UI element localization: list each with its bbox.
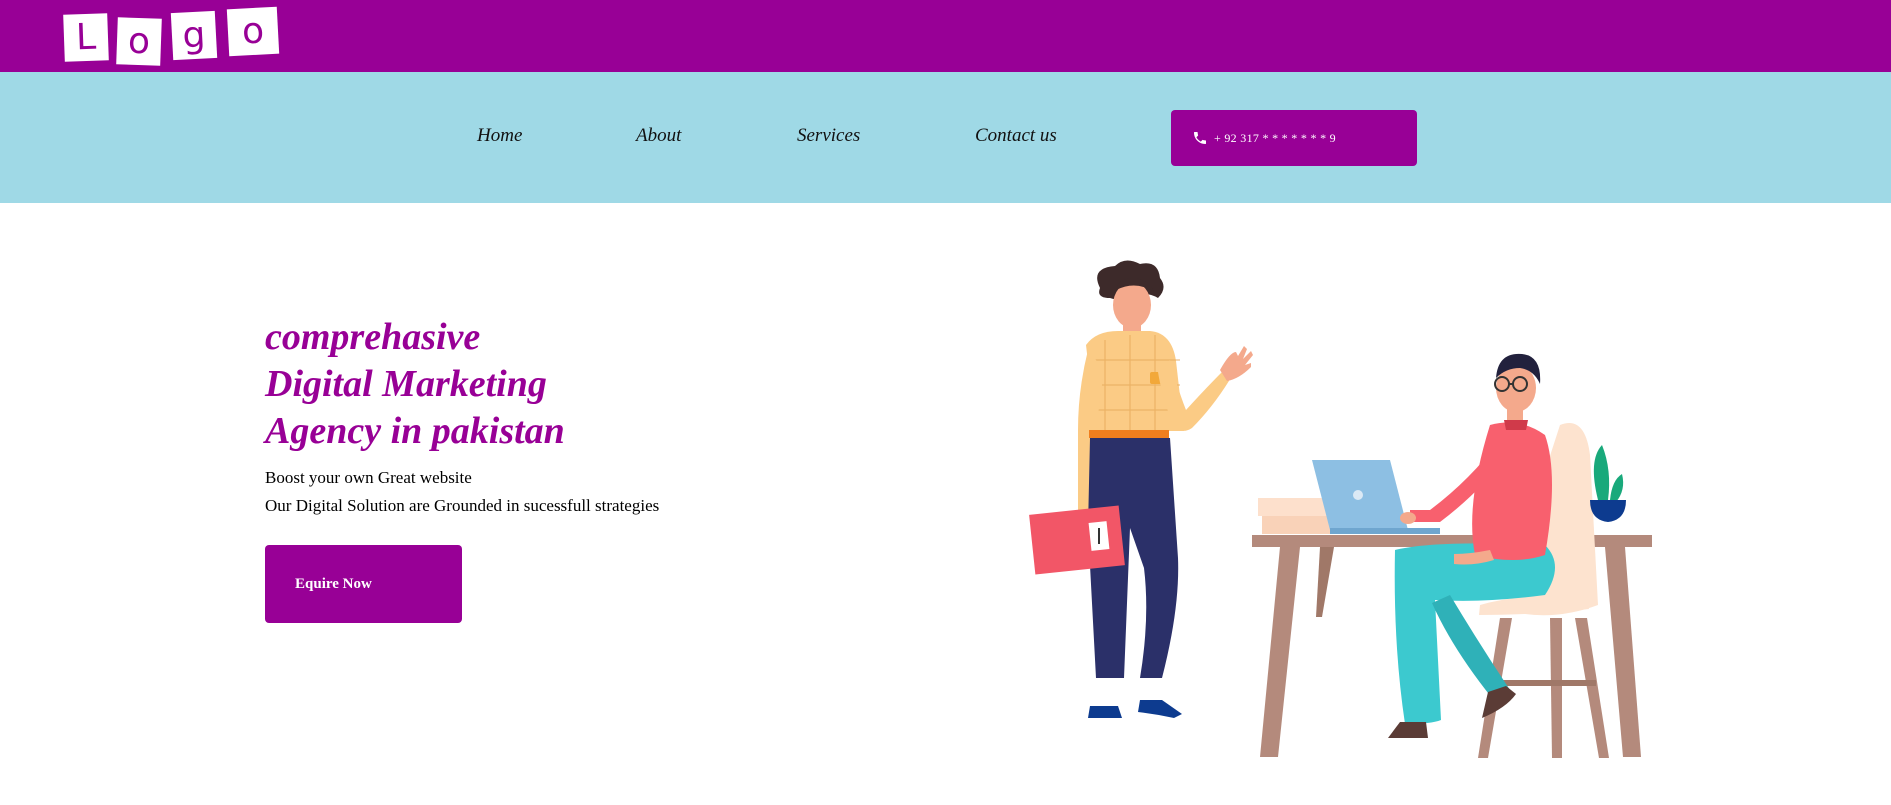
logo-letter-3: g — [181, 13, 207, 57]
phone-number: + 92 317 * * * * * * * 9 — [1214, 130, 1336, 145]
nav-link-services[interactable]: Services — [797, 125, 860, 147]
hero-title-line-3: Agency in pakistan — [265, 410, 565, 452]
standing-man — [1029, 260, 1253, 718]
nav-bar: Home About Services Contact us + 92 317 … — [0, 72, 1891, 203]
logo-tile-3: g — [170, 10, 218, 61]
top-bar: L o g o — [0, 0, 1891, 72]
plant — [1590, 445, 1626, 522]
nav-link-home[interactable]: Home — [477, 125, 522, 147]
logo[interactable]: L o g o — [63, 6, 284, 66]
office-team-illustration — [1029, 260, 1652, 758]
logo-tile-4: o — [226, 6, 280, 57]
phone-button[interactable]: + 92 317 * * * * * * * 9 — [1171, 110, 1417, 166]
logo-letter-1: L — [75, 16, 97, 58]
logo-tile-2: o — [116, 17, 162, 66]
hero-title: comprehasive Digital Marketing Agency in… — [265, 314, 565, 455]
nav-link-about[interactable]: About — [636, 125, 681, 147]
laptop — [1312, 460, 1440, 534]
logo-letter-2: o — [127, 20, 151, 62]
hero-title-line-2: Digital Marketing — [265, 363, 547, 405]
hero-title-line-1: comprehasive — [265, 316, 481, 358]
phone-icon — [1194, 132, 1206, 144]
hero-subtitle-line-2: Our Digital Solution are Grounded in suc… — [265, 496, 660, 515]
hero-subtitle: Boost your own Great website Our Digital… — [265, 464, 659, 520]
nav-link-contact[interactable]: Contact us — [975, 125, 1057, 147]
hero-subtitle-line-1: Boost your own Great website — [265, 468, 472, 487]
enquire-now-button[interactable]: Equire Now — [265, 545, 462, 623]
logo-tile-1: L — [63, 13, 109, 62]
logo-letter-4: o — [240, 9, 266, 53]
